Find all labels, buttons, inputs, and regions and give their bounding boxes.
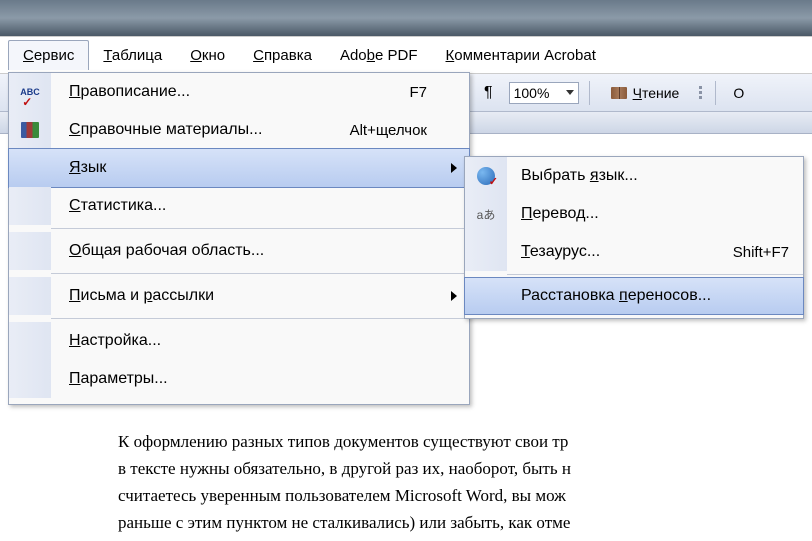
globe-check-icon [477, 167, 495, 185]
menu-item-spelling[interactable]: ABC Правописание... F7 [9, 73, 469, 111]
menu-separator [51, 228, 469, 229]
books-icon [21, 122, 39, 138]
menu-item-customize[interactable]: Настройка... [9, 322, 469, 360]
doc-line: в тексте нужны обязательно, в другой раз… [118, 455, 812, 482]
menu-item-language[interactable]: Язык [8, 148, 470, 188]
document-body-text[interactable]: К оформлению разных типов документов сущ… [118, 428, 812, 536]
menu-item-research[interactable]: Справочные материалы... Alt+щелчок [9, 111, 469, 149]
toolbar-other[interactable]: О [729, 85, 744, 101]
window-titlebar [0, 0, 812, 36]
shortcut-label: Alt+щелчок [350, 122, 469, 139]
book-icon [611, 87, 627, 99]
menu-separator [51, 273, 469, 274]
zoom-combo[interactable]: 100% [509, 82, 579, 104]
reading-mode-button[interactable]: Чтение [603, 83, 688, 103]
menu-adobe-pdf[interactable]: Adobe PDF [326, 41, 432, 70]
submenu-arrow-icon [451, 163, 457, 173]
submenu-item-thesaurus[interactable]: Тезаурус... Shift+F7 [465, 233, 803, 271]
menubar: Сервис Таблица Окно Справка Adobe PDF Ко… [0, 36, 812, 74]
menu-item-shared-workspace[interactable]: Общая рабочая область... [9, 232, 469, 270]
menu-acrobat-comments[interactable]: Комментарии Acrobat [432, 41, 610, 70]
shortcut-label: Shift+F7 [733, 244, 803, 261]
doc-line: раньше с этим пунктом не сталкивались) и… [118, 509, 812, 536]
menu-table[interactable]: Таблица [89, 41, 176, 70]
translate-icon: aあ [477, 206, 496, 223]
submenu-item-set-language[interactable]: Выбрать язык... [465, 157, 803, 195]
menu-item-options[interactable]: Параметры... [9, 360, 469, 398]
doc-line: К оформлению разных типов документов сущ… [118, 428, 812, 455]
submenu-item-hyphenation[interactable]: Расстановка переносов... [464, 277, 804, 315]
shortcut-label: F7 [409, 84, 469, 101]
doc-line: считаетесь уверенным пользователем Micro… [118, 482, 812, 509]
menu-help[interactable]: Справка [239, 41, 326, 70]
menu-service[interactable]: Сервис [8, 40, 89, 70]
menu-separator [51, 318, 469, 319]
language-submenu: Выбрать язык... aあ Перевод... Тезаурус..… [464, 156, 804, 319]
submenu-arrow-icon [451, 291, 457, 301]
menu-window[interactable]: Окно [176, 41, 239, 70]
submenu-item-translate[interactable]: aあ Перевод... [465, 195, 803, 233]
chevron-down-icon [566, 90, 574, 95]
menu-item-letters-mailings[interactable]: Письма и рассылки [9, 277, 469, 315]
service-dropdown: ABC Правописание... F7 Справочные матери… [8, 72, 470, 405]
menu-separator [507, 274, 803, 275]
toolbar-options-handle[interactable] [697, 86, 705, 99]
show-formatting-button[interactable]: ¶ [478, 84, 499, 102]
menu-item-statistics[interactable]: Статистика... [9, 187, 469, 225]
zoom-value: 100% [514, 85, 558, 101]
spellcheck-icon: ABC [20, 87, 40, 97]
